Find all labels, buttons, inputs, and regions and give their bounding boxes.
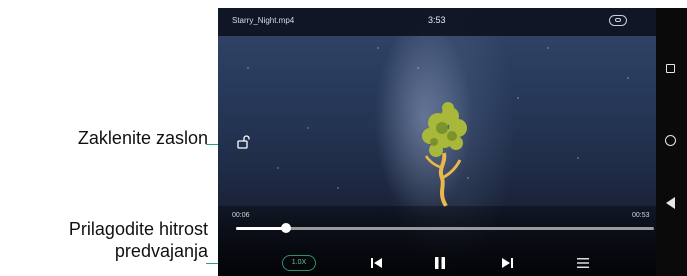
skip-previous-icon[interactable] bbox=[368, 254, 386, 272]
floating-window-icon[interactable] bbox=[609, 15, 627, 26]
tree-illustration bbox=[422, 102, 467, 208]
unlock-icon[interactable] bbox=[236, 134, 252, 150]
playback-speed-button[interactable]: 1.0X bbox=[282, 255, 316, 271]
menu-icon[interactable] bbox=[574, 254, 592, 272]
lock-screen-callout-text: Zaklenite zaslon bbox=[77, 128, 208, 148]
lock-screen-callout: Zaklenite zaslon bbox=[28, 127, 208, 149]
skip-next-icon[interactable] bbox=[498, 254, 516, 272]
playback-speed-callout-line2: predvajanja bbox=[114, 241, 208, 261]
playback-speed-callout-line1: Prilagodite hitrost bbox=[68, 219, 208, 239]
system-nav-bar bbox=[656, 8, 687, 276]
status-clock: 3:53 bbox=[428, 15, 446, 25]
elapsed-time: 00:06 bbox=[232, 212, 250, 219]
progress-fill bbox=[236, 227, 287, 230]
pause-icon[interactable] bbox=[431, 254, 449, 272]
total-duration: 00:53 bbox=[632, 212, 650, 219]
back-icon[interactable] bbox=[662, 194, 680, 212]
video-title: Starry_Night.mp4 bbox=[232, 16, 295, 25]
recent-apps-icon[interactable] bbox=[662, 60, 680, 78]
progress-bar[interactable] bbox=[236, 223, 654, 233]
playback-speed-callout: Prilagodite hitrost predvajanja bbox=[0, 218, 208, 262]
top-bar: Starry_Night.mp4 3:53 bbox=[218, 8, 687, 36]
video-player[interactable]: Starry_Night.mp4 3:53 00:06 00:53 1.0X bbox=[218, 8, 687, 276]
home-icon[interactable] bbox=[662, 132, 680, 150]
